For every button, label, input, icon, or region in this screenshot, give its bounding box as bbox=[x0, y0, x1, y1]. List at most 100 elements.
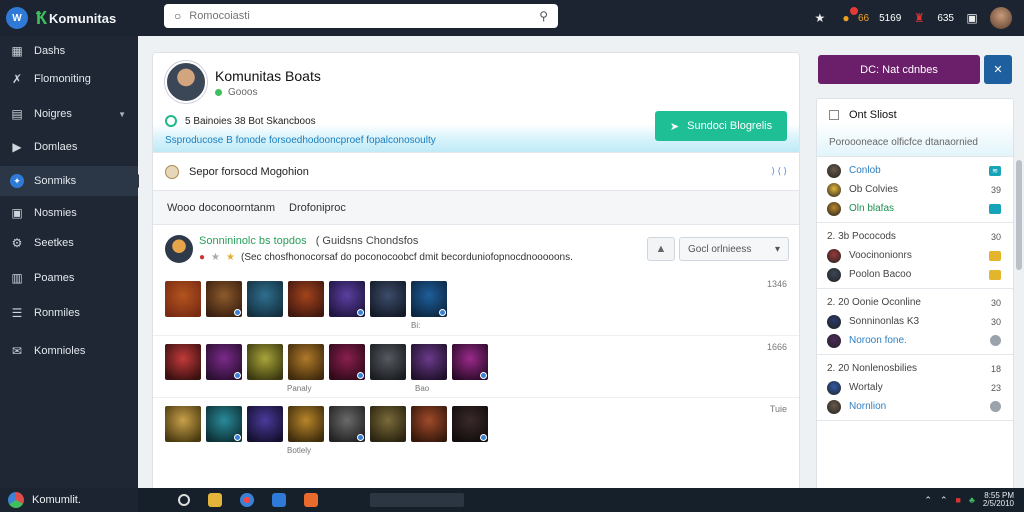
post-author[interactable]: Sonnininolc bs topdos ( Guidsns Chondsfo… bbox=[199, 235, 418, 247]
sidebar-item-nosmies[interactable]: ▣ Nosmies bbox=[0, 198, 138, 228]
media-thumbnail[interactable] bbox=[329, 344, 365, 380]
badge-icon bbox=[439, 309, 446, 316]
media-thumbnail[interactable] bbox=[288, 344, 324, 380]
scrollbar[interactable] bbox=[1016, 160, 1022, 270]
search-input[interactable] bbox=[189, 10, 532, 22]
main-card: Komunitas Boats Gooos 5 Bainoies 38 Bot … bbox=[152, 52, 800, 492]
right-panel-item[interactable]: Ob Colvies 39 bbox=[817, 180, 1013, 199]
featured-nav[interactable]: ⟩ ⟨ ⟩ bbox=[771, 166, 787, 177]
item-count: 30 bbox=[990, 297, 1001, 308]
bell-icon[interactable]: ● bbox=[838, 7, 858, 26]
sidebar-item-ronmiles[interactable]: ☰ Ronmiles bbox=[0, 298, 138, 328]
tab-discussion[interactable]: Drofoniproc bbox=[289, 202, 346, 214]
leaf-icon[interactable]: ♣ bbox=[969, 495, 975, 505]
sidebar-item-komnioles[interactable]: ✉ Komnioles bbox=[0, 336, 138, 366]
folder-icon[interactable] bbox=[208, 493, 222, 507]
media-thumbnail[interactable] bbox=[288, 281, 324, 317]
right-panel-item[interactable]: 2. 20 Nonlenosbilies 18 bbox=[817, 359, 1013, 378]
sidebar-footer[interactable]: Komumlit. bbox=[0, 488, 138, 512]
item-label: 2. 3b Pococods bbox=[827, 231, 896, 242]
media-thumbnail[interactable] bbox=[411, 344, 447, 380]
media-thumbnail[interactable] bbox=[206, 406, 242, 442]
sidebar-item-flomoniting[interactable]: ✗ Flomoniting bbox=[0, 64, 138, 94]
sidebar-header: W Ҟ Komunitas bbox=[0, 0, 138, 36]
media-thumbnail[interactable] bbox=[329, 406, 365, 442]
sidebar-item-sonmiks[interactable]: ✦ Sonmiks bbox=[0, 166, 139, 196]
media-thumbnail[interactable] bbox=[206, 344, 242, 380]
right-panel-item[interactable]: Oln blafas bbox=[817, 199, 1013, 218]
media-thumbnail[interactable] bbox=[411, 281, 447, 317]
featured-row[interactable]: Sepor forsocd Mogohion ⟩ ⟨ ⟩ bbox=[153, 153, 799, 191]
subscribe-button[interactable]: ➤ Sundoci Blogrelis bbox=[655, 111, 787, 141]
media-thumbnail[interactable] bbox=[247, 344, 283, 380]
sidebar-item-label: Noigres bbox=[34, 108, 72, 120]
media-thumbnail[interactable] bbox=[165, 281, 201, 317]
image-button[interactable]: ▲ bbox=[647, 237, 675, 261]
close-button[interactable]: ✕ bbox=[984, 55, 1012, 84]
media-thumbnail[interactable] bbox=[165, 344, 201, 380]
app-icon[interactable] bbox=[304, 493, 318, 507]
search-bar[interactable]: ○ ⚲ bbox=[164, 4, 558, 28]
user-icon[interactable]: ♜ bbox=[911, 10, 927, 26]
media-thumbnail[interactable] bbox=[370, 344, 406, 380]
search-submit-icon[interactable]: ⚲ bbox=[539, 9, 548, 23]
right-panel-item[interactable]: Conlob ≋ bbox=[817, 161, 1013, 180]
clock[interactable]: 8:55 PM 2/5/2010 bbox=[983, 492, 1014, 508]
media-thumbnail[interactable] bbox=[370, 406, 406, 442]
right-panel-item[interactable]: Wortaly 23 bbox=[817, 378, 1013, 397]
profile-stats-text: 5 Bainoies 38 Bot Skancboos bbox=[185, 115, 316, 127]
sort-dropdown[interactable]: Gocl orlnieess ▾ bbox=[679, 237, 789, 261]
media-thumbnail[interactable] bbox=[165, 406, 201, 442]
window-icon[interactable]: ▣ bbox=[964, 10, 980, 26]
media-thumbnail[interactable] bbox=[247, 281, 283, 317]
sidebar-item-label: Flomoniting bbox=[34, 73, 91, 85]
media-thumbnail[interactable] bbox=[452, 406, 488, 442]
sidebar-item-noigres[interactable]: ▤ Noigres ▼ bbox=[0, 99, 138, 129]
user-avatar[interactable] bbox=[990, 7, 1012, 29]
media-thumbnail[interactable] bbox=[288, 406, 324, 442]
taskbar-window[interactable] bbox=[370, 493, 464, 507]
post-author-avatar[interactable] bbox=[165, 235, 193, 263]
sidebar-item-dashs[interactable]: ▦ Dashs bbox=[0, 36, 138, 66]
media-thumbnail[interactable] bbox=[452, 344, 488, 380]
right-panel-item[interactable]: Sonninonlas K3 30 bbox=[817, 312, 1013, 331]
right-panel-item[interactable]: Poolon Bacoo bbox=[817, 265, 1013, 284]
chevron-down-icon: ▼ bbox=[118, 109, 126, 119]
taskbar-search-icon[interactable] bbox=[178, 494, 190, 506]
right-panel-title-text: Ont Sliost bbox=[849, 109, 897, 121]
notification-count: 66 bbox=[857, 12, 870, 24]
sidebar-item-poames[interactable]: ▥ Poames bbox=[0, 263, 138, 293]
app-logo-badge[interactable]: W bbox=[6, 7, 28, 29]
profile-avatar[interactable] bbox=[165, 61, 207, 103]
right-panel-item[interactable]: Noroon fone. bbox=[817, 331, 1013, 350]
browser-icon[interactable] bbox=[240, 493, 254, 507]
shield-icon[interactable]: ■ bbox=[956, 495, 961, 505]
check-circle-icon bbox=[165, 115, 177, 127]
store-icon[interactable] bbox=[272, 493, 286, 507]
media-thumbnail[interactable] bbox=[329, 281, 365, 317]
media-thumbnail[interactable] bbox=[206, 281, 242, 317]
tab-posts[interactable]: Wooo doconoorntanm bbox=[167, 202, 275, 214]
media-thumbnail[interactable] bbox=[411, 406, 447, 442]
profile-subtitle: Gooos bbox=[215, 87, 257, 98]
right-panel-section: 2. 3b Pococods 30 Voocinonionrs Poolon Baco… bbox=[817, 223, 1013, 289]
media-thumbnail[interactable] bbox=[247, 406, 283, 442]
sidebar-item-domlaes[interactable]: ▶ Domlaes bbox=[0, 132, 138, 162]
right-panel-item[interactable]: 2. 20 Oonie Oconline 30 bbox=[817, 293, 1013, 312]
primary-action-button[interactable]: DC: Nat cdnbes bbox=[818, 55, 980, 84]
wifi-icon[interactable]: ⌃ bbox=[924, 495, 932, 506]
right-panel-section: 2. 20 Oonie Oconline 30 Sonninonlas K3 30 No… bbox=[817, 289, 1013, 355]
right-panel-item[interactable]: Nornlion bbox=[817, 397, 1013, 416]
volume-icon[interactable]: ⌃ bbox=[940, 495, 948, 506]
item-avatar bbox=[827, 267, 841, 282]
right-panel-item[interactable]: 2. 3b Pococods 30 bbox=[817, 227, 1013, 246]
right-panel-item[interactable]: Voocinonionrs bbox=[817, 246, 1013, 265]
globe-icon bbox=[165, 164, 179, 179]
media-thumbnail[interactable] bbox=[370, 281, 406, 317]
sidebar-item-seetkes[interactable]: ⚙ Seetkes bbox=[0, 228, 138, 258]
media-caption: Botlely bbox=[287, 446, 312, 455]
footer-avatar bbox=[8, 492, 24, 508]
star-icon[interactable]: ★ bbox=[812, 10, 828, 26]
app-brand[interactable]: Komunitas bbox=[49, 11, 116, 26]
square-icon: ▣ bbox=[11, 206, 23, 220]
